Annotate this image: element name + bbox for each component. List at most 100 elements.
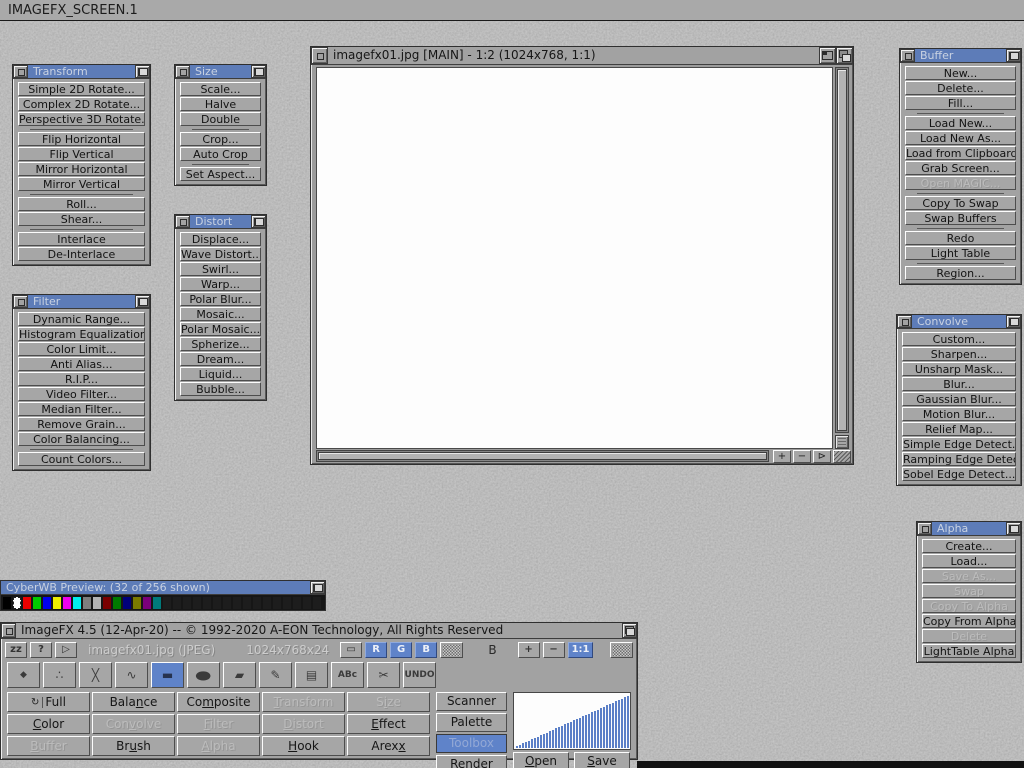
buffer-titlebar[interactable]: Buffer <box>900 49 1021 63</box>
region-button[interactable]: Region... <box>905 266 1016 280</box>
transform-titlebar[interactable]: Transform <box>13 65 150 79</box>
color-swatch[interactable] <box>283 597 291 609</box>
perspective-3d-rotate-button[interactable]: Perspective 3D Rotate... <box>18 112 145 126</box>
color-swatch[interactable] <box>43 597 51 609</box>
palette-button[interactable]: Palette <box>436 713 507 732</box>
box-tool[interactable]: ▬ <box>151 662 184 688</box>
color-swatch[interactable] <box>103 597 111 609</box>
polygon-tool[interactable]: ▰ <box>223 662 256 688</box>
zoom-in-button[interactable]: + <box>773 450 791 463</box>
red-channel-toggle[interactable]: R <box>365 642 387 658</box>
horizontal-scrollbar[interactable] <box>316 450 769 462</box>
color-swatch[interactable] <box>23 597 31 609</box>
fill-tool[interactable]: ▤ <box>295 662 328 688</box>
scanner-button[interactable]: Scanner <box>436 692 507 711</box>
mirror-vertical-button[interactable]: Mirror Vertical <box>18 177 145 191</box>
color-swatch[interactable] <box>183 597 191 609</box>
simple-2d-rotate-button[interactable]: Simple 2D Rotate... <box>18 82 145 96</box>
zoom-out-button[interactable]: − <box>543 642 565 658</box>
load-new-button[interactable]: Load New... <box>905 116 1016 130</box>
color-limit-button[interactable]: Color Limit... <box>18 342 145 356</box>
color-swatch[interactable] <box>273 597 281 609</box>
point-tool[interactable]: ◆ <box>7 662 40 688</box>
depth-icon[interactable] <box>251 215 266 228</box>
ramping-edge-detect-button[interactable]: Ramping Edge Detect <box>902 452 1016 466</box>
depth-icon[interactable] <box>1006 315 1021 328</box>
brush-button[interactable]: Brush <box>92 736 175 756</box>
help-button[interactable]: ? <box>30 642 52 658</box>
video-filter-button[interactable]: Video Filter... <box>18 387 145 401</box>
close-icon[interactable] <box>175 65 190 78</box>
remove-grain-button[interactable]: Remove Grain... <box>18 417 145 431</box>
close-icon[interactable] <box>311 47 328 64</box>
copy-from-alpha-button[interactable]: Copy From Alpha <box>922 614 1016 628</box>
color-swatch[interactable] <box>233 597 241 609</box>
anti-alias-button[interactable]: Anti Alias... <box>18 357 145 371</box>
full-button[interactable]: ↻Full <box>7 692 90 712</box>
blur-button[interactable]: Blur... <box>902 377 1016 391</box>
color-swatch[interactable] <box>173 597 181 609</box>
curve-tool[interactable]: ∿ <box>115 662 148 688</box>
composite-button[interactable]: Composite <box>177 692 260 712</box>
sobel-edge-detect-button[interactable]: Sobel Edge Detect... <box>902 467 1016 481</box>
copy-to-swap-button[interactable]: Copy To Swap <box>905 196 1016 210</box>
histogram-equalization-button[interactable]: Histogram Equalization... <box>18 327 145 341</box>
fill-button[interactable]: Fill... <box>905 96 1016 110</box>
distort-titlebar[interactable]: Distort <box>175 215 266 229</box>
vertical-scrollbar[interactable] <box>835 67 849 433</box>
undo-button[interactable]: UNDO <box>403 662 436 688</box>
crop-button[interactable]: Crop... <box>180 132 261 146</box>
depth-icon[interactable] <box>622 623 637 638</box>
sleep-button[interactable]: zz <box>5 642 27 658</box>
color-swatch[interactable] <box>193 597 201 609</box>
color-swatch[interactable] <box>13 597 21 609</box>
close-icon[interactable] <box>897 315 912 328</box>
color-swatch[interactable] <box>313 597 321 609</box>
depth-icon[interactable] <box>135 295 150 308</box>
color-swatch[interactable] <box>293 597 301 609</box>
scale-button[interactable]: Scale... <box>180 82 261 96</box>
color-swatch[interactable] <box>73 597 81 609</box>
color-swatch[interactable] <box>243 597 251 609</box>
depth-icon[interactable] <box>1006 49 1021 62</box>
swirl-button[interactable]: Swirl... <box>180 262 261 276</box>
simple-edge-detect-button[interactable]: Simple Edge Detect... <box>902 437 1016 451</box>
double-button[interactable]: Double <box>180 112 261 126</box>
color-swatch[interactable] <box>83 597 91 609</box>
new-button[interactable]: New... <box>905 66 1016 80</box>
dither-toggle-icon[interactable] <box>440 642 463 658</box>
filter-titlebar[interactable]: Filter <box>13 295 150 309</box>
color-swatch[interactable] <box>133 597 141 609</box>
unsharp-mask-button[interactable]: Unsharp Mask... <box>902 362 1016 376</box>
screen-mode-icon[interactable]: ▭ <box>340 642 362 658</box>
polar-blur-button[interactable]: Polar Blur... <box>180 292 261 306</box>
load-from-clipboard-button[interactable]: Load from Clipboard <box>905 146 1016 160</box>
pan-button[interactable]: ⊳ <box>813 450 831 463</box>
zoom-in-button[interactable]: + <box>518 642 540 658</box>
oval-tool[interactable]: ● <box>187 662 220 688</box>
color-balancing-button[interactable]: Color Balancing... <box>18 432 145 446</box>
alpha-titlebar[interactable]: Alpha <box>917 522 1021 536</box>
sharpen-button[interactable]: Sharpen... <box>902 347 1016 361</box>
vertical-scrollbar-thumb[interactable] <box>837 69 847 431</box>
custom-button[interactable]: Custom... <box>902 332 1016 346</box>
liquid-button[interactable]: Liquid... <box>180 367 261 381</box>
color-swatch[interactable] <box>63 597 71 609</box>
flip-vertical-button[interactable]: Flip Vertical <box>18 147 145 161</box>
close-icon[interactable] <box>175 215 190 228</box>
hook-button[interactable]: Hook <box>262 736 345 756</box>
green-channel-toggle[interactable]: G <box>390 642 412 658</box>
main-window-titlebar[interactable]: imagefx01.jpg [MAIN] - 1:2 (1024x768, 1:… <box>311 47 853 65</box>
warp-button[interactable]: Warp... <box>180 277 261 291</box>
r-i-p-button[interactable]: R.I.P... <box>18 372 145 386</box>
save-button[interactable]: Save <box>574 752 630 768</box>
render-button[interactable]: Render <box>436 755 507 768</box>
balance-button[interactable]: Balance <box>92 692 175 712</box>
displace-button[interactable]: Displace... <box>180 232 261 246</box>
median-filter-button[interactable]: Median Filter... <box>18 402 145 416</box>
color-swatch[interactable] <box>53 597 61 609</box>
color-swatch[interactable] <box>223 597 231 609</box>
mosaic-button[interactable]: Mosaic... <box>180 307 261 321</box>
color-swatch[interactable] <box>203 597 211 609</box>
complex-2d-rotate-button[interactable]: Complex 2D Rotate... <box>18 97 145 111</box>
